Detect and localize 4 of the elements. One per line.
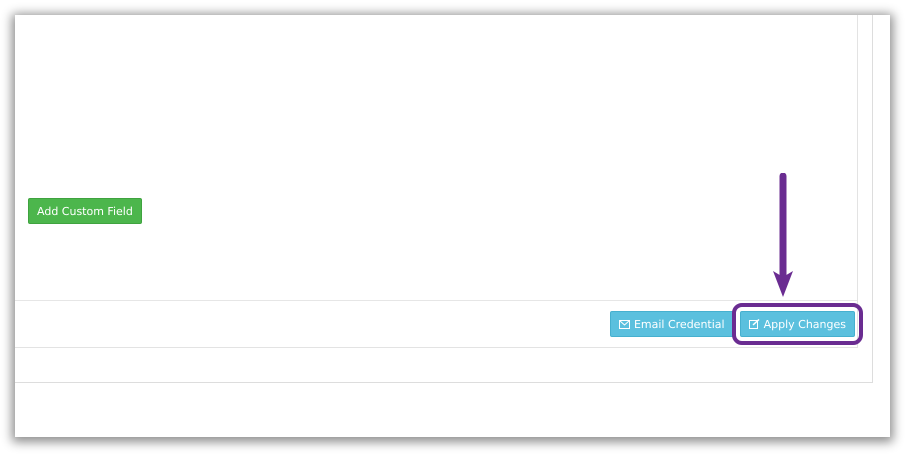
- add-custom-field-button[interactable]: Add Custom Field: [28, 198, 142, 224]
- edit-icon: [748, 319, 760, 329]
- email-button[interactable]: Email Credential: [610, 311, 734, 337]
- envelope-icon: [618, 320, 630, 328]
